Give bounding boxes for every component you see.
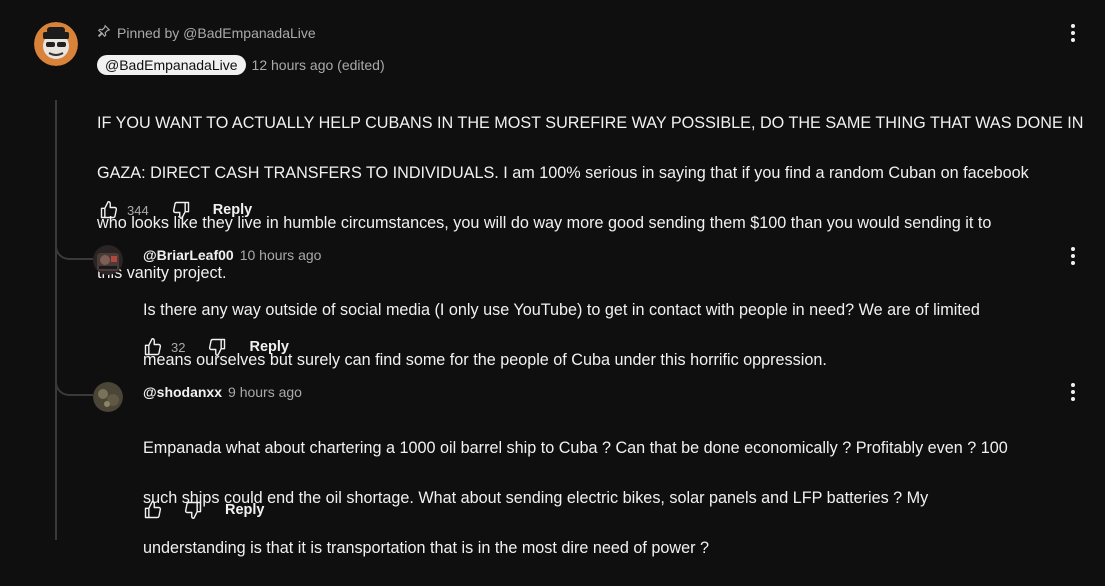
comment-line: Empanada what about chartering a 1000 oi… xyxy=(143,439,1008,457)
comment-text: Empanada what about chartering a 1000 oi… xyxy=(143,411,1008,586)
reply-thread-line xyxy=(55,100,57,540)
thumbs-up-icon xyxy=(144,337,162,356)
more-vertical-icon xyxy=(1071,247,1075,265)
timestamp[interactable]: 9 hours ago xyxy=(228,384,302,400)
reply-button[interactable]: Reply xyxy=(225,502,265,518)
reply-button[interactable]: Reply xyxy=(213,202,253,218)
thumbs-down-icon xyxy=(184,501,202,520)
more-vertical-icon xyxy=(1071,24,1075,42)
comment-line: IF YOU WANT TO ACTUALLY HELP CUBANS IN T… xyxy=(97,114,1084,132)
pinned-label: Pinned by @BadEmpanadaLive xyxy=(117,24,316,41)
pinned-indicator: Pinned by @BadEmpanadaLive xyxy=(97,24,316,41)
reply-branch-2 xyxy=(55,372,93,396)
timestamp[interactable]: 10 hours ago xyxy=(240,247,322,263)
comment-line: such ships could end the oil shortage. W… xyxy=(143,489,929,507)
more-actions-button[interactable] xyxy=(1061,21,1085,45)
more-actions-button[interactable] xyxy=(1061,380,1085,404)
dislike-button[interactable] xyxy=(181,498,205,522)
comment-line: understanding is that it is transportati… xyxy=(143,539,709,557)
more-vertical-icon xyxy=(1071,383,1075,401)
timestamp[interactable]: 12 hours ago (edited) xyxy=(252,57,385,73)
like-button[interactable] xyxy=(97,198,121,222)
reply-button[interactable]: Reply xyxy=(249,339,289,355)
thumbs-down-icon xyxy=(172,201,189,220)
like-count: 32 xyxy=(171,339,186,355)
like-button[interactable] xyxy=(141,498,165,522)
avatar[interactable] xyxy=(93,245,123,275)
thumbs-up-icon xyxy=(144,500,162,519)
pin-icon xyxy=(97,24,111,41)
comment-header: @BadEmpanadaLive 12 hours ago (edited) xyxy=(97,55,385,75)
comment-line: GAZA: DIRECT CASH TRANSFERS TO INDIVIDUA… xyxy=(97,164,1029,182)
thumbs-up-icon xyxy=(100,200,118,219)
author-name[interactable]: @BadEmpanadaLive xyxy=(97,55,246,75)
dislike-button[interactable] xyxy=(169,198,193,222)
comment-actions: Reply xyxy=(141,498,265,522)
author-name[interactable]: @BriarLeaf00 xyxy=(143,247,234,263)
dislike-button[interactable] xyxy=(205,335,229,359)
author-name[interactable]: @shodanxx xyxy=(143,384,222,400)
comment-actions: 32 Reply xyxy=(141,335,289,359)
comment-actions: 344 Reply xyxy=(97,198,252,222)
thumbs-down-icon xyxy=(209,338,226,357)
avatar[interactable] xyxy=(34,22,78,66)
comment-line: Is there any way outside of social media… xyxy=(143,301,980,319)
like-count: 344 xyxy=(127,202,149,218)
comment-header: @shodanxx 9 hours ago xyxy=(143,384,302,400)
reply-branch-1 xyxy=(55,236,93,260)
more-actions-button[interactable] xyxy=(1061,244,1085,268)
like-button[interactable] xyxy=(141,335,165,359)
comment-header: @BriarLeaf00 10 hours ago xyxy=(143,247,321,263)
avatar[interactable] xyxy=(93,382,123,412)
